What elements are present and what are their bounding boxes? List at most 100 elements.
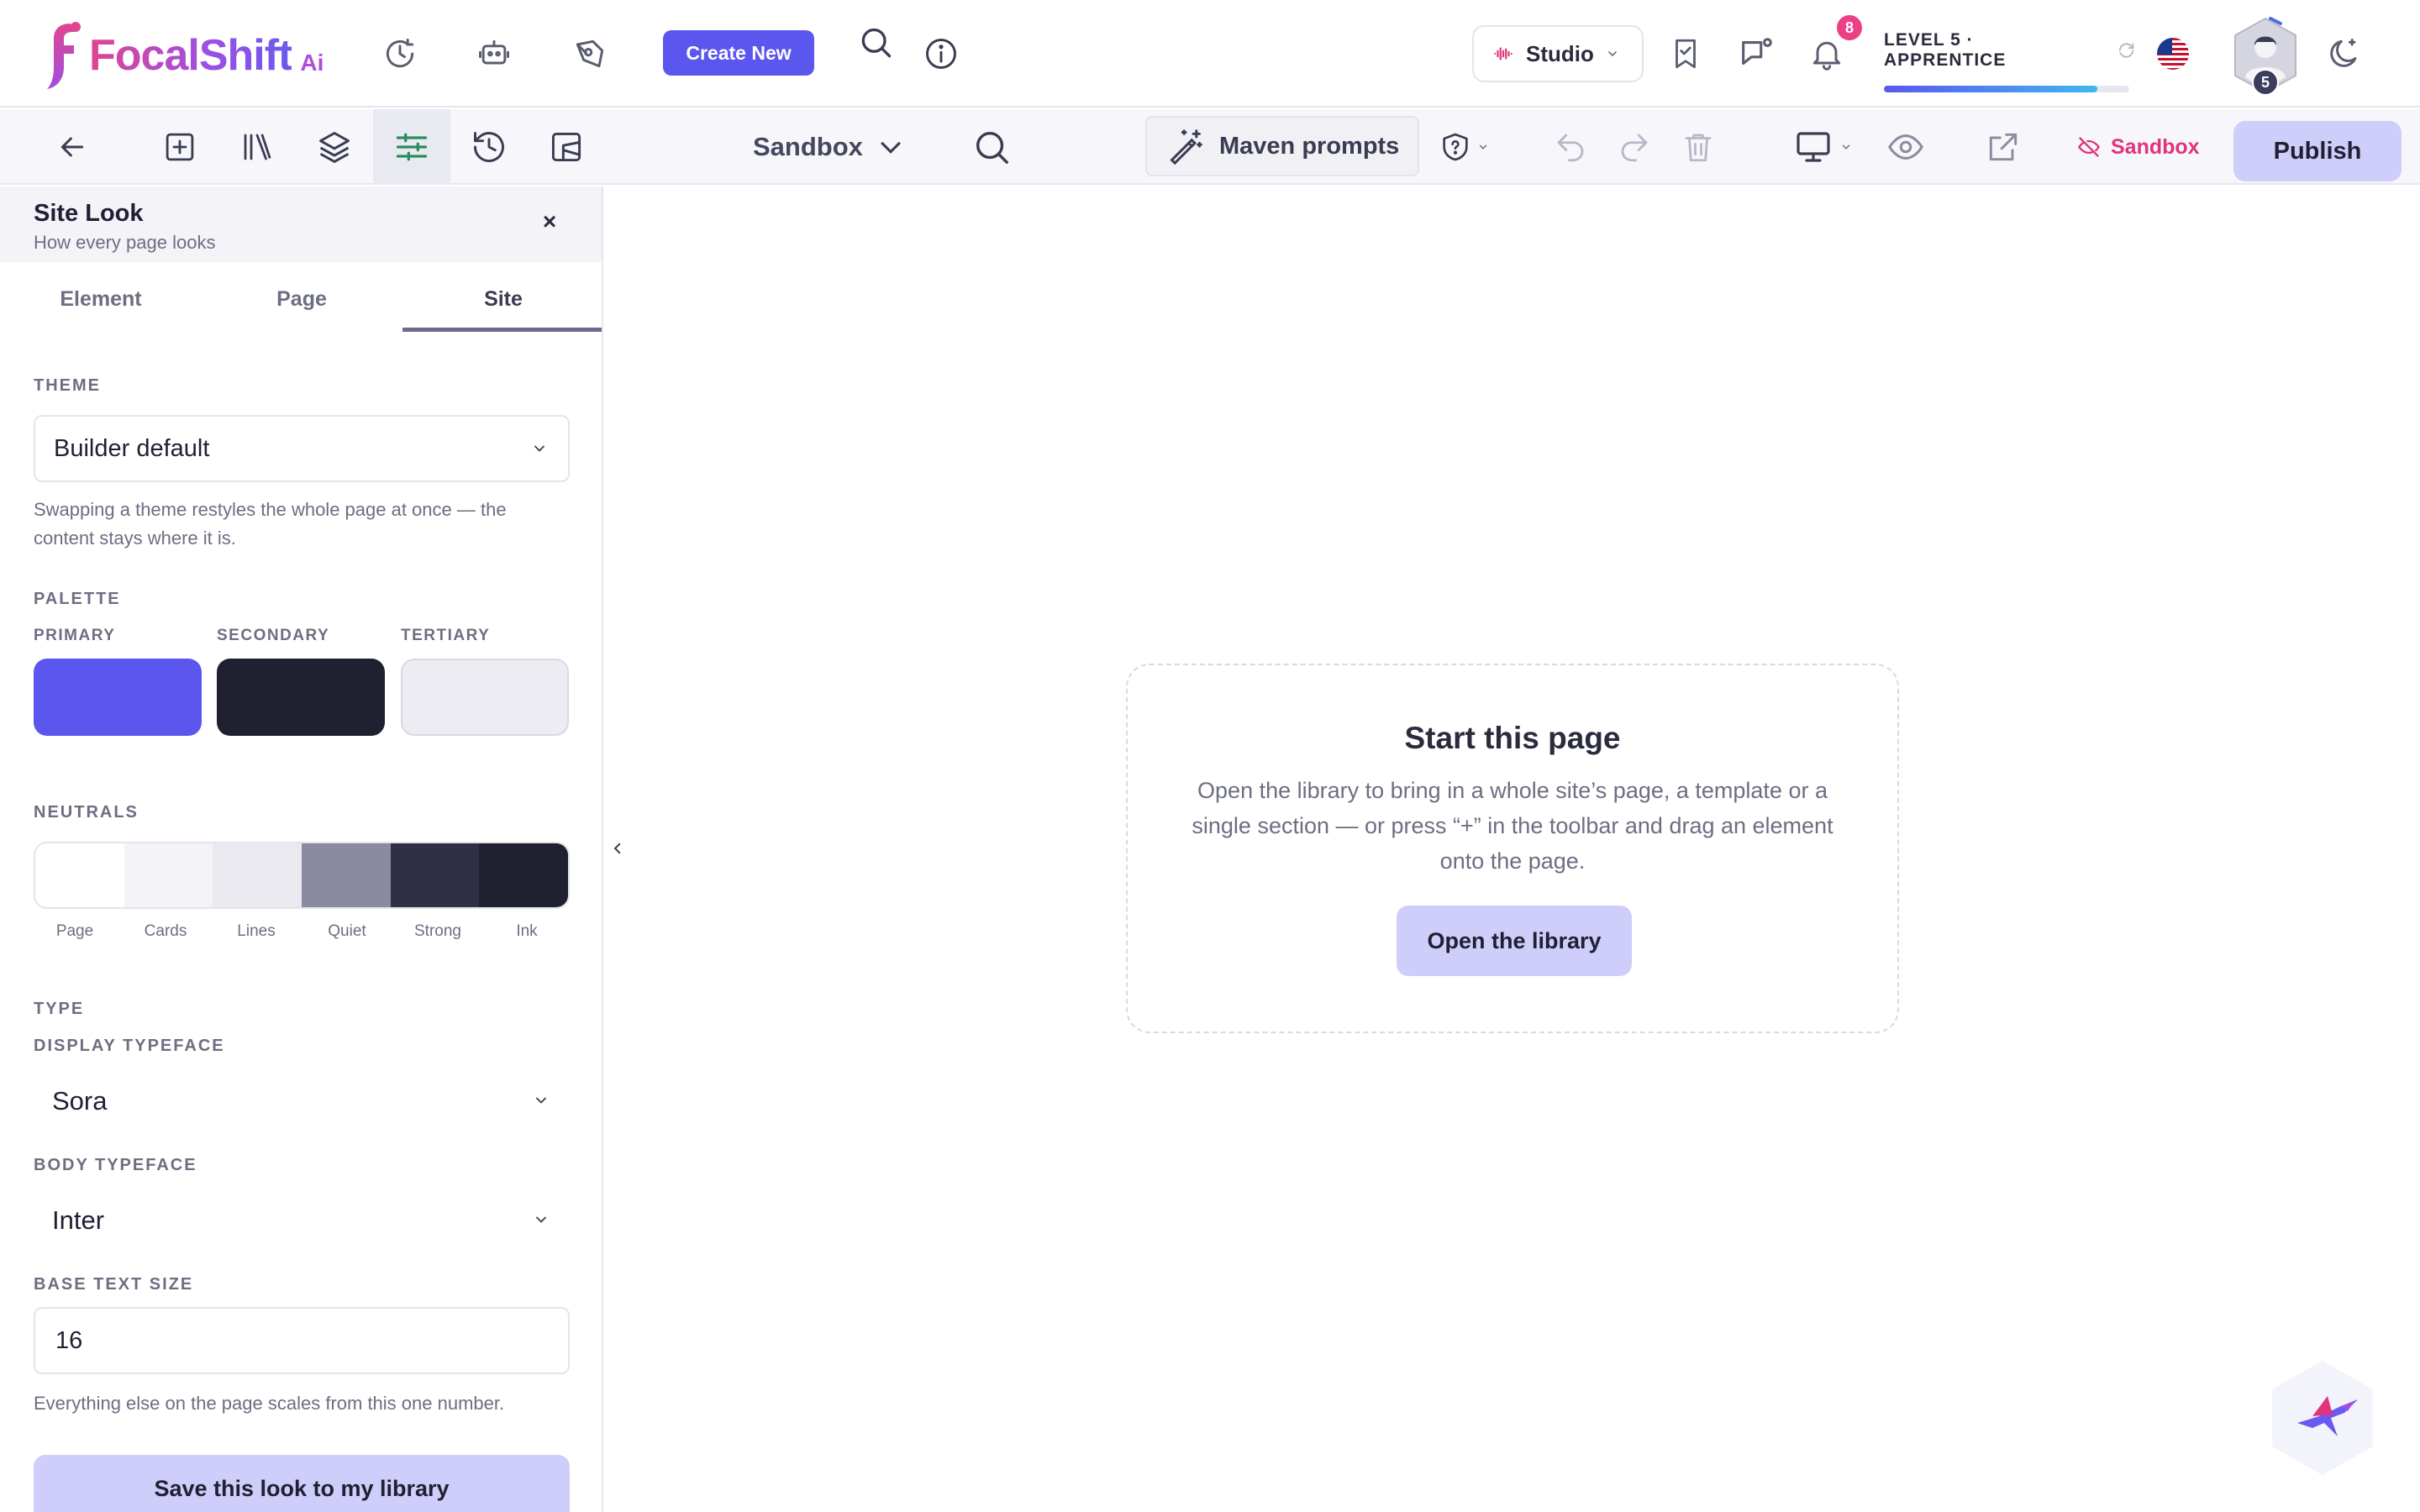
save-look-button[interactable]: Save this look to my library: [34, 1455, 570, 1512]
chevron-down-icon: [534, 445, 544, 452]
neutrals-strip: [34, 842, 570, 909]
arrow-left-icon: [60, 137, 84, 157]
open-library-button[interactable]: Open the library: [1397, 906, 1632, 976]
neutral-lines-swatch[interactable]: [213, 843, 302, 907]
palette-icon: [551, 132, 581, 162]
site-look-panel: Site Look How every page looks × Element…: [0, 186, 603, 1512]
neutral-cards-swatch[interactable]: [124, 843, 213, 907]
tab-page[interactable]: Page: [201, 267, 402, 331]
neutral-page-swatch[interactable]: [35, 843, 124, 907]
studio-selector[interactable]: Studio: [1472, 25, 1644, 82]
level-label: LEVEL 5 · APPRENTICE: [1884, 30, 2007, 70]
history-icon: [474, 132, 504, 162]
primary-color-swatch[interactable]: [34, 659, 202, 736]
chevron-down-icon: [1479, 144, 1487, 150]
base-text-size-input[interactable]: 16: [34, 1307, 570, 1374]
page-selector-label: Sandbox: [753, 132, 863, 161]
dark-mode-icon[interactable]: [2321, 30, 2368, 77]
publish-button[interactable]: Publish: [2233, 121, 2402, 181]
neutral-quiet-swatch[interactable]: [302, 843, 391, 907]
open-external-button[interactable]: [1965, 109, 2042, 185]
eye-icon: [1888, 134, 1923, 160]
history-button[interactable]: [450, 109, 528, 185]
theme-select-value: Builder default: [54, 434, 210, 462]
pen-tool-icon[interactable]: [566, 30, 613, 77]
display-typeface-label: DISPLAY TYPEFACE: [34, 1037, 225, 1055]
search-icon[interactable]: [852, 20, 899, 67]
neutral-label: Quiet: [328, 922, 366, 940]
bookmark-check-icon[interactable]: [1662, 30, 1709, 77]
plus-square-icon: [166, 133, 194, 161]
editor-toolbar: Sandbox Maven prompts Sandbox Publish: [0, 109, 2420, 185]
theme-select[interactable]: Builder default: [34, 415, 570, 482]
display-typeface-value: Sora: [52, 1086, 108, 1116]
toolbar-search-button[interactable]: [953, 109, 1030, 185]
activity-icon[interactable]: [376, 30, 424, 77]
create-new-button[interactable]: Create New: [663, 30, 814, 76]
site-look-button[interactable]: [373, 109, 450, 185]
theme-help-text: Swapping a theme restyles the whole page…: [34, 499, 507, 549]
chevron-down-icon: [881, 142, 901, 154]
layers-button[interactable]: [296, 109, 373, 185]
sandbox-mode-toggle[interactable]: Sandbox: [2077, 109, 2200, 185]
tertiary-color-swatch[interactable]: [401, 659, 569, 736]
messages-icon[interactable]: [1733, 30, 1780, 77]
chevron-down-icon: [1842, 144, 1850, 150]
neutrals-section-label: NEUTRALS: [34, 803, 139, 822]
maven-prompts-button[interactable]: Maven prompts: [1145, 116, 1419, 176]
focalshift-logo-icon: [47, 22, 81, 89]
assistant-button[interactable]: [2260, 1356, 2385, 1480]
magic-wand-icon: [1170, 129, 1202, 165]
neutral-strong-swatch[interactable]: [390, 843, 480, 907]
avatar-level-badge: 5: [2252, 69, 2279, 96]
chevron-down-icon: [1608, 51, 1617, 57]
preview-button[interactable]: [1867, 109, 1944, 185]
level-progress-bar: [1884, 86, 2129, 92]
device-preview-dropdown[interactable]: [1776, 109, 1869, 185]
desktop-icon: [1797, 132, 1830, 162]
tab-site[interactable]: Site: [402, 267, 602, 331]
brand-logo[interactable]: FocalShift Ai: [45, 20, 324, 91]
tab-element[interactable]: Element: [0, 267, 202, 331]
add-element-button[interactable]: [141, 109, 218, 185]
neutral-label: Page: [55, 922, 94, 940]
hummingbird-icon: [2272, 1361, 2373, 1475]
library-button[interactable]: [218, 109, 296, 185]
notification-badge: 8: [1837, 15, 1862, 40]
delete-button[interactable]: [1660, 109, 1736, 185]
body-typeface-label: BODY TYPEFACE: [34, 1156, 197, 1174]
display-typeface-select[interactable]: Sora: [34, 1070, 570, 1132]
security-dropdown[interactable]: [1430, 109, 1497, 185]
level-progress: LEVEL 5 · APPRENTICE: [1884, 30, 2136, 92]
base-text-size-value: 16: [55, 1326, 83, 1354]
neutral-ink-swatch[interactable]: [479, 843, 568, 907]
base-text-size-help: Everything else on the page scales from …: [34, 1393, 505, 1414]
brand-suffix: Ai: [300, 50, 324, 76]
library-icon: [244, 134, 271, 160]
body-typeface-select[interactable]: Inter: [34, 1189, 570, 1252]
info-icon[interactable]: [918, 30, 965, 77]
page-selector[interactable]: Sandbox: [753, 109, 905, 185]
bot-icon[interactable]: [471, 30, 518, 77]
panel-subtitle: How every page looks: [34, 232, 216, 253]
neutral-label: Ink: [516, 922, 538, 940]
panel-tabs: Element Page Site: [0, 267, 602, 334]
refresh-icon[interactable]: [2117, 40, 2136, 60]
chevron-down-icon: [536, 1097, 546, 1104]
panel-header: Site Look How every page looks ×: [0, 186, 602, 262]
empty-page-title: Start this page: [1404, 721, 1621, 755]
us-flag-icon[interactable]: [2149, 30, 2196, 77]
theme-button[interactable]: [528, 109, 605, 185]
top-bar: FocalShift Ai Create New Studio 8 LEVEL …: [0, 0, 2420, 108]
back-button[interactable]: [34, 109, 111, 185]
primary-swatch-label: PRIMARY: [34, 627, 116, 644]
empty-page-description: Open the library to bring in a whole sit…: [1192, 778, 1833, 874]
brand-name: FocalShift: [89, 31, 292, 80]
waveform-icon: [1494, 47, 1512, 60]
redo-icon: [1621, 134, 1648, 162]
external-link-icon: [1989, 133, 2018, 161]
secondary-color-swatch[interactable]: [217, 659, 385, 736]
layers-icon: [319, 132, 350, 163]
panel-title: Site Look: [34, 200, 144, 227]
close-panel-button[interactable]: ×: [534, 207, 565, 237]
